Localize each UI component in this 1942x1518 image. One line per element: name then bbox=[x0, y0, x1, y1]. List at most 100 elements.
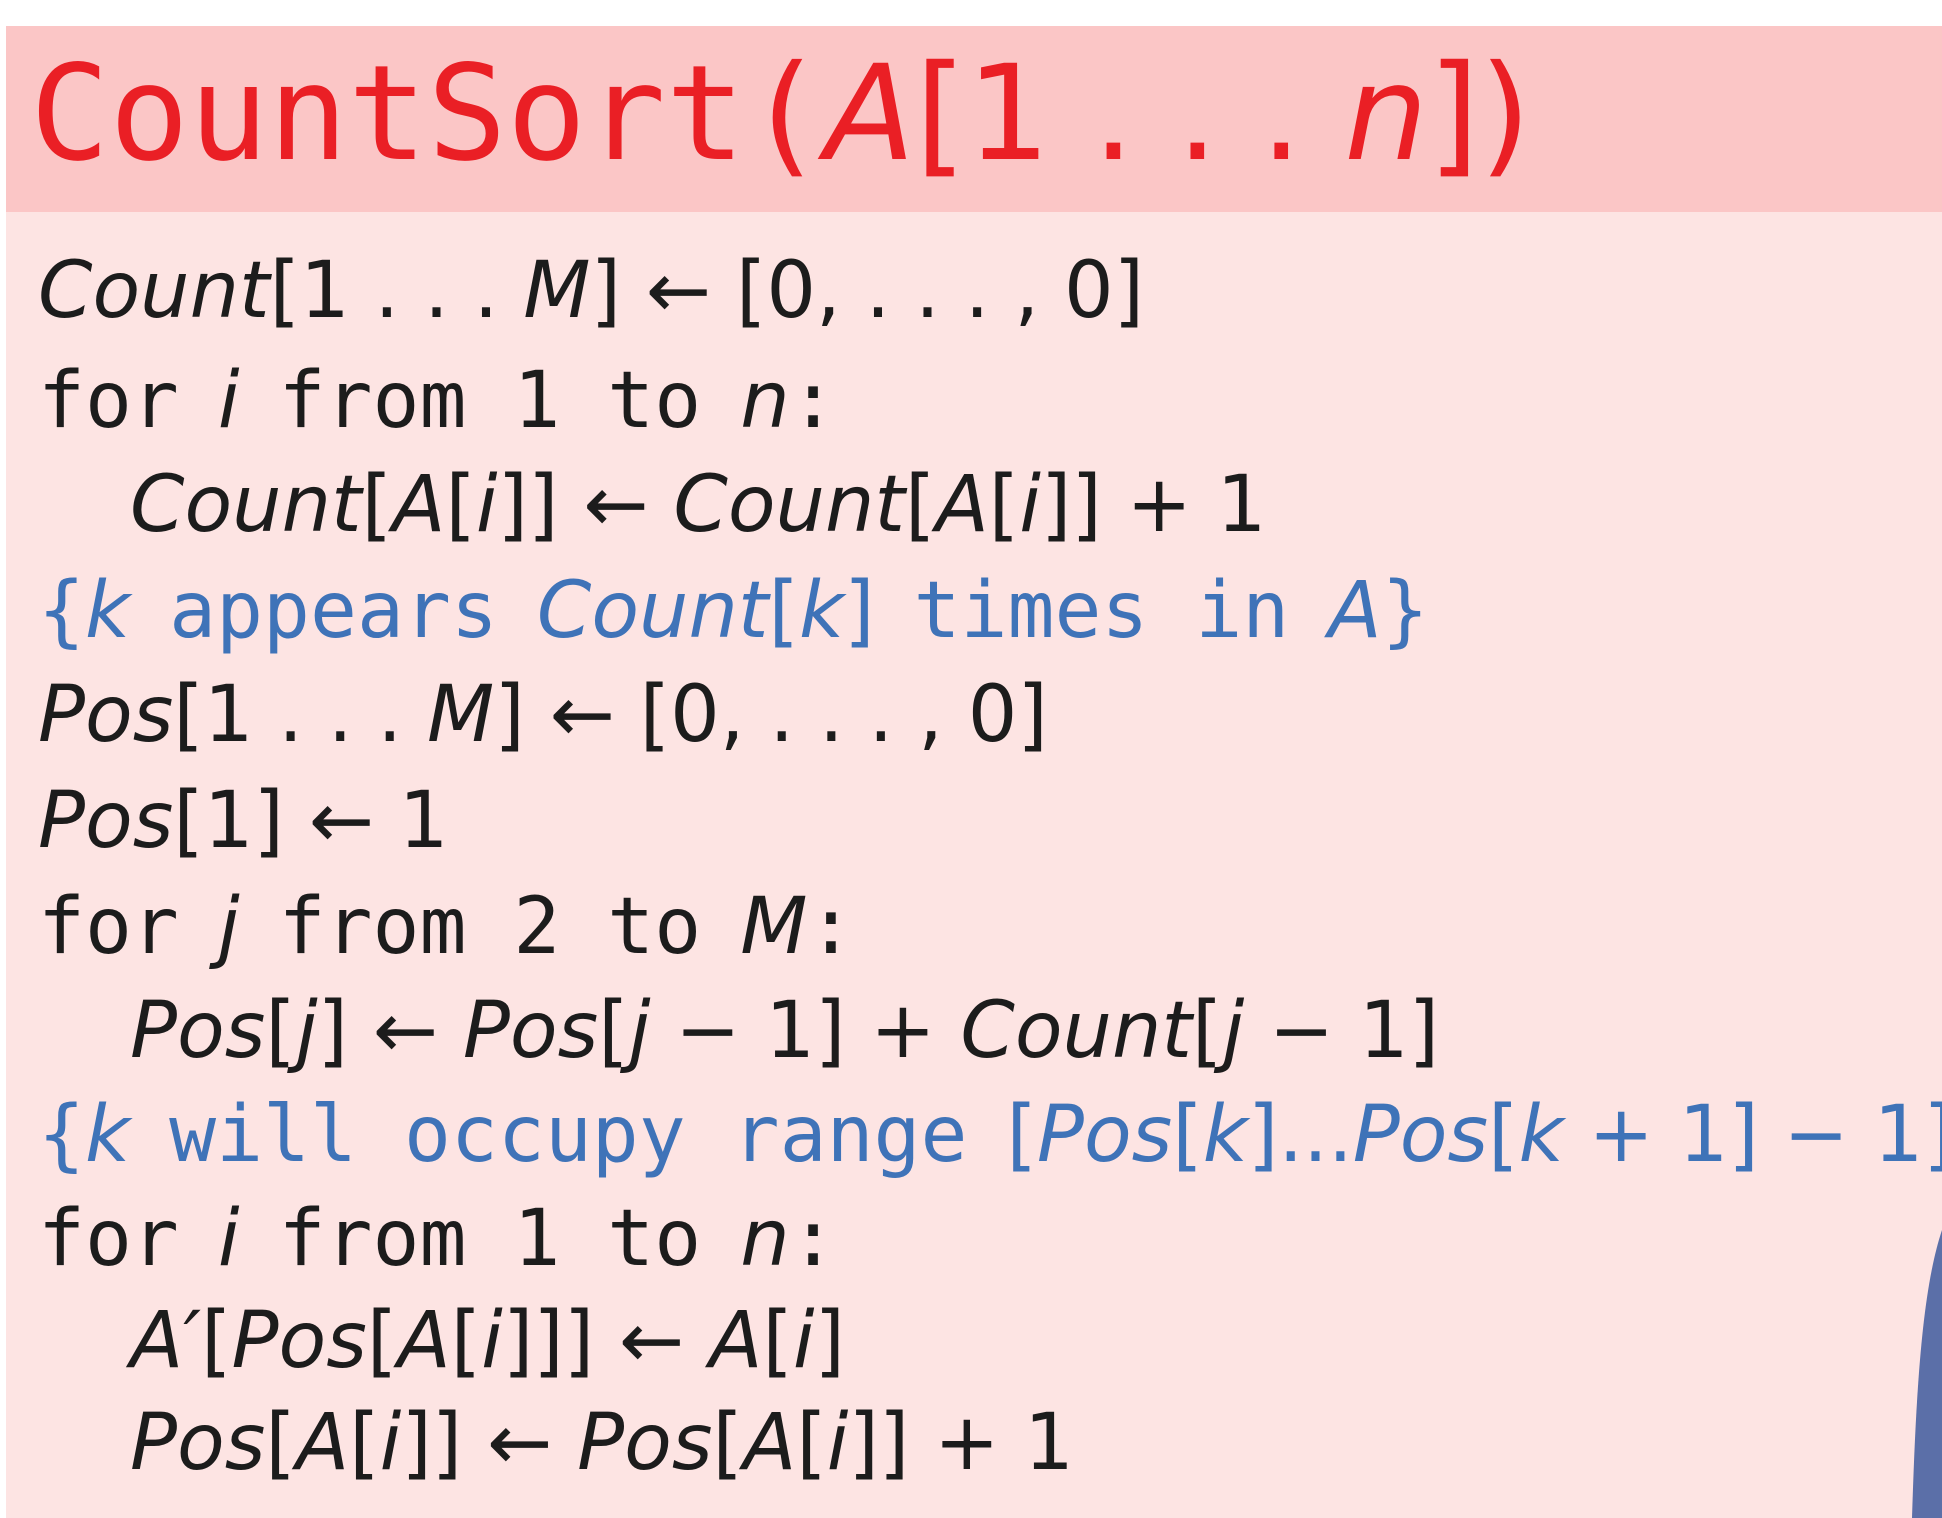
keyword-for: for bbox=[38, 1194, 179, 1284]
code-text: [ bbox=[349, 1398, 380, 1488]
title-function-name: CountSort( bbox=[30, 37, 825, 191]
var-a: A bbox=[709, 1296, 763, 1386]
var-i: i bbox=[481, 1296, 503, 1386]
comment-line-2: {k will occupy range [Pos[k]...Pos[k + 1] … bbox=[38, 1096, 1942, 1174]
code-text: [ bbox=[361, 460, 393, 550]
comment-brace: { bbox=[38, 566, 85, 656]
var-j: j bbox=[217, 882, 240, 972]
var-k: k bbox=[798, 566, 845, 656]
keyword-from-to: from 1 to bbox=[278, 1194, 702, 1284]
var-m: M bbox=[427, 670, 495, 760]
var-k: k bbox=[84, 1090, 131, 1180]
var-pos: Pos bbox=[231, 1296, 367, 1386]
comment-brace: } bbox=[1381, 566, 1429, 656]
var-j: j bbox=[628, 986, 651, 1076]
var-count: Count bbox=[673, 460, 905, 550]
var-count: Count bbox=[960, 986, 1192, 1076]
code-text: [ bbox=[988, 460, 1020, 550]
slide: CountSort(A[1 . . . n]) Count[1 . . . M]… bbox=[0, 0, 1942, 1518]
code-text: [ bbox=[762, 1296, 793, 1386]
code-text: [ bbox=[265, 1398, 296, 1488]
var-pos: Pos bbox=[130, 986, 266, 1076]
var-n: n bbox=[740, 1194, 790, 1284]
var-i: i bbox=[1019, 460, 1041, 550]
var-pos: Pos bbox=[1352, 1090, 1489, 1180]
code-text: ] ← bbox=[317, 986, 463, 1076]
code-line-8: for i from 1 to n: bbox=[38, 1200, 837, 1278]
comment-text: will occupy range bbox=[169, 1090, 968, 1180]
var-a: A bbox=[397, 1296, 451, 1386]
code-text: ] ← [0, . . . , 0] bbox=[494, 670, 1048, 760]
code-text: [ bbox=[768, 566, 799, 656]
var-i: i bbox=[475, 460, 498, 550]
code-text: [ bbox=[1488, 1090, 1519, 1180]
var-n: n bbox=[740, 356, 790, 446]
var-i: i bbox=[217, 356, 240, 446]
var-i: i bbox=[217, 1194, 240, 1284]
code-text: ]] + 1 bbox=[848, 1398, 1074, 1488]
var-pos: Pos bbox=[1036, 1090, 1173, 1180]
code-line-5: Pos[1] ← 1 bbox=[38, 782, 448, 860]
code-text: : bbox=[807, 882, 855, 972]
code-text: [ bbox=[1006, 1090, 1037, 1180]
var-pos: Pos bbox=[38, 776, 174, 866]
var-m: M bbox=[523, 246, 591, 336]
keyword-from-to: from 2 to bbox=[278, 882, 702, 972]
keyword-for: for bbox=[38, 356, 179, 446]
var-a: A bbox=[295, 1398, 350, 1488]
code-line-1: Count[1 . . . M] ← [0, . . . , 0] bbox=[38, 252, 1144, 330]
var-j: j bbox=[295, 986, 318, 1076]
code-text: ]]] ← bbox=[502, 1296, 710, 1386]
comment-text: appears bbox=[169, 566, 498, 656]
code-text: : bbox=[789, 356, 837, 446]
var-pos: Pos bbox=[462, 986, 599, 1076]
keyword-from-to: from 1 to bbox=[278, 356, 702, 446]
code-text: ] ← [0, . . . , 0] bbox=[590, 246, 1145, 336]
code-line-6: for j from 2 to M: bbox=[38, 888, 854, 966]
code-text: ] bbox=[844, 566, 875, 656]
code-text: − 1] bbox=[1244, 986, 1440, 1076]
var-a: A bbox=[392, 460, 446, 550]
code-text: [ bbox=[1172, 1090, 1203, 1180]
code-line-7: Pos[j] ← Pos[j − 1] + Count[j − 1] bbox=[130, 992, 1439, 1070]
var-k: k bbox=[1518, 1090, 1564, 1180]
var-k: k bbox=[1202, 1090, 1248, 1180]
comment-line-1: {k appears Count[k] times in A} bbox=[38, 572, 1429, 650]
code-text: [1] ← 1 bbox=[173, 776, 449, 866]
code-text: ]... bbox=[1247, 1090, 1353, 1180]
title-n: n bbox=[1344, 37, 1428, 191]
code-line-9: A′[Pos[A[i]]] ← A[i] bbox=[130, 1302, 845, 1380]
code-text: : bbox=[789, 1194, 837, 1284]
code-text: [1 . . . bbox=[173, 670, 428, 760]
var-a: A bbox=[1328, 566, 1382, 656]
var-pos: Pos bbox=[577, 1398, 713, 1488]
algorithm-title: CountSort(A[1 . . . n]) bbox=[30, 48, 1531, 181]
code-text: [ bbox=[445, 460, 476, 550]
code-line-4: Pos[1 . . . M] ← [0, . . . , 0] bbox=[38, 676, 1048, 754]
code-text: [ bbox=[905, 460, 936, 550]
code-text: [ bbox=[598, 986, 629, 1076]
var-j: j bbox=[1222, 986, 1245, 1076]
var-a-prime: A′ bbox=[130, 1296, 202, 1386]
code-text: [ bbox=[201, 1296, 232, 1386]
var-count: Count bbox=[38, 246, 270, 336]
code-line-2: for i from 1 to n: bbox=[38, 362, 837, 440]
var-count: Count bbox=[130, 460, 362, 550]
code-text: [ bbox=[796, 1398, 827, 1488]
code-line-3: Count[A[i]] ← Count[A[i]] + 1 bbox=[130, 466, 1266, 544]
presenter-edge-graphic bbox=[1912, 1230, 1942, 1518]
var-i: i bbox=[826, 1398, 849, 1488]
title-close: ]) bbox=[1427, 37, 1531, 191]
code-text: [ bbox=[450, 1296, 482, 1386]
comment-text: times in bbox=[913, 566, 1290, 656]
keyword-for: for bbox=[38, 882, 179, 972]
var-m: M bbox=[740, 882, 808, 972]
code-text: ]] ← bbox=[401, 1398, 578, 1488]
var-count: Count bbox=[536, 566, 769, 656]
var-pos: Pos bbox=[130, 1398, 266, 1488]
code-text: ]] + 1 bbox=[1040, 460, 1267, 550]
code-text: [1 . . . bbox=[269, 246, 524, 336]
var-i: i bbox=[792, 1296, 815, 1386]
title-array: A bbox=[824, 37, 916, 191]
var-pos: Pos bbox=[38, 670, 174, 760]
